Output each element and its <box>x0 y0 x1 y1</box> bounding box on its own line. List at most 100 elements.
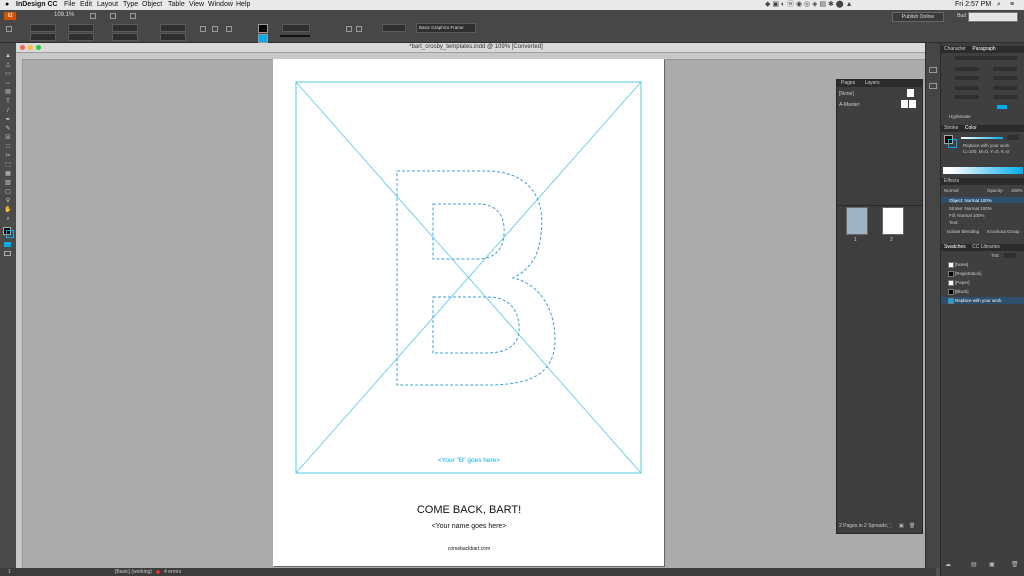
gap-tool-icon[interactable]: ↔ <box>4 80 12 86</box>
menu-table[interactable]: Table <box>168 0 185 10</box>
zoom-tool-icon[interactable]: ⌕ <box>4 216 12 222</box>
url-text[interactable]: comebackbart.com <box>448 546 490 552</box>
type-tool-icon[interactable]: T <box>4 99 12 105</box>
opacity-value[interactable]: 100% <box>1011 188 1023 193</box>
apple-icon[interactable]: ● <box>5 0 9 10</box>
menu-help[interactable]: Help <box>236 0 250 10</box>
last-line-indent-field[interactable] <box>993 76 1017 80</box>
align-icon[interactable] <box>356 26 362 32</box>
page-size-icon[interactable]: ⬚ <box>887 523 892 529</box>
page-field[interactable]: 1 <box>8 568 11 576</box>
new-color-group-icon[interactable]: ▤ <box>971 561 977 568</box>
pen-tool-icon[interactable]: ✒ <box>4 117 12 123</box>
gradient-tool-icon[interactable]: ▦ <box>4 171 12 177</box>
swatch-none[interactable]: [None] <box>955 262 968 267</box>
hyphenate-checkbox[interactable]: Hyphenate <box>949 114 971 119</box>
select-container-icon[interactable] <box>226 26 232 32</box>
swatch-black[interactable]: [Black] <box>955 289 969 294</box>
menu-type[interactable]: Type <box>123 0 138 10</box>
tab-paragraph[interactable]: Paragraph <box>972 46 995 52</box>
rectangle-frame-tool-icon[interactable]: ☒ <box>4 135 12 141</box>
tint-field[interactable] <box>1007 135 1019 140</box>
a-master-left-thumb[interactable] <box>901 100 908 108</box>
space-after-field[interactable] <box>993 86 1017 90</box>
status-icons[interactable]: ◆ ▣ ◐ ⓦ ◉ ◎ ◈ ▤ ✱ ⬤ ▲ <box>765 0 853 10</box>
x-field[interactable] <box>30 24 56 32</box>
graphic-frame[interactable] <box>295 81 642 474</box>
flip-vertical-icon[interactable] <box>212 26 218 32</box>
note-tool-icon[interactable]: ▢ <box>4 189 12 195</box>
scale-y-field[interactable] <box>112 33 138 41</box>
tab-cc-libraries[interactable]: CC Libraries <box>972 244 1000 250</box>
user-menu[interactable]: Bud <box>957 13 966 19</box>
scissors-tool-icon[interactable]: ✂ <box>4 153 12 159</box>
delete-swatch-icon[interactable]: 🗑 <box>1011 561 1019 568</box>
swatch-tint-field[interactable] <box>1004 253 1016 258</box>
page-tool-icon[interactable]: ▭ <box>4 71 12 77</box>
content-collector-icon[interactable]: ▤ <box>4 89 12 95</box>
text-wrap-icon[interactable] <box>346 26 352 32</box>
document-page[interactable]: <Your "B" goes here> COME BACK, BART! <Y… <box>273 59 664 566</box>
rectangle-tool-icon[interactable]: □ <box>4 144 12 150</box>
pencil-tool-icon[interactable]: ✎ <box>4 126 12 132</box>
tab-layers[interactable]: Layers <box>865 80 880 86</box>
menu-view[interactable]: View <box>189 0 204 10</box>
color-ramp[interactable] <box>943 167 1023 174</box>
stroke-weight-field[interactable] <box>282 24 310 32</box>
flip-horizontal-icon[interactable] <box>200 26 206 32</box>
document-tab[interactable]: *bart_crosby_templates.indd @ 109% [Conv… <box>16 43 936 53</box>
hand-tool-icon[interactable]: ✋ <box>4 207 12 213</box>
swatch-registration[interactable]: [Registration] <box>955 271 982 276</box>
new-swatch-icon[interactable]: ▣ <box>989 561 995 568</box>
alignment-buttons[interactable] <box>955 56 1017 60</box>
view-options-icon[interactable] <box>90 13 96 19</box>
gradient-feather-tool-icon[interactable]: ▧ <box>4 180 12 186</box>
apply-color-icon[interactable] <box>4 242 11 247</box>
tab-swatches[interactable]: Swatches <box>944 244 966 250</box>
fill-swatch[interactable] <box>258 24 268 33</box>
headline-text[interactable]: COME BACK, BART! <box>417 504 521 516</box>
arrange-documents-icon[interactable] <box>130 13 136 19</box>
width-field[interactable] <box>68 24 94 32</box>
menu-edit[interactable]: Edit <box>80 0 92 10</box>
delete-page-icon[interactable]: 🗑 <box>909 523 915 529</box>
stroke-swatch[interactable] <box>258 34 268 43</box>
effects-object-row[interactable]: Object: Normal 100% <box>949 198 992 203</box>
object-style-select[interactable]: Basic Graphics Frame <box>416 23 476 33</box>
stroke-type-select[interactable] <box>280 35 310 37</box>
y-field[interactable] <box>30 33 56 41</box>
shading-color[interactable] <box>997 105 1007 109</box>
effects-fill-row[interactable]: Fill: Normal 100% <box>949 213 985 218</box>
vertical-ruler[interactable] <box>16 59 23 568</box>
isolate-blending-checkbox[interactable]: Isolate Blending <box>947 229 979 234</box>
clock[interactable]: Fri 2:57 PM <box>955 0 991 10</box>
tint-slider[interactable] <box>961 137 1003 139</box>
page-2-thumb[interactable] <box>882 207 904 235</box>
stroke-color-icon[interactable] <box>6 230 14 238</box>
zoom-level[interactable]: 109.1% <box>54 12 74 18</box>
notification-icon[interactable]: ≡ <box>1010 0 1014 10</box>
name-placeholder-text[interactable]: <Your name goes here> <box>432 523 507 530</box>
none-master[interactable]: [None] <box>839 91 854 97</box>
screen-mode-icon[interactable] <box>110 13 116 19</box>
drop-cap-lines-field[interactable] <box>955 95 979 99</box>
new-page-icon[interactable]: ▣ <box>899 523 904 529</box>
rotate-field[interactable] <box>160 24 186 32</box>
shear-field[interactable] <box>160 33 186 41</box>
close-icon[interactable] <box>20 45 25 50</box>
a-master-right-thumb[interactable] <box>909 100 916 108</box>
minimize-icon[interactable] <box>28 45 33 50</box>
tab-stroke[interactable]: Stroke <box>944 125 958 131</box>
preflight-profile[interactable]: [Basic] (working) <box>115 568 152 576</box>
direct-selection-tool-icon[interactable]: △ <box>4 62 12 68</box>
opacity-field[interactable] <box>382 24 406 32</box>
knockout-group-checkbox[interactable]: Knockout Group <box>987 229 1020 234</box>
menu-file[interactable]: File <box>64 0 75 10</box>
left-indent-field[interactable] <box>955 67 979 71</box>
effects-stroke-row[interactable]: Stroke: Normal 100% <box>949 206 992 211</box>
free-transform-tool-icon[interactable]: ⬚ <box>4 162 12 168</box>
error-count[interactable]: 4 errors <box>164 568 181 576</box>
swatch-paper[interactable]: [Paper] <box>955 280 970 285</box>
height-field[interactable] <box>68 33 94 41</box>
spotlight-icon[interactable]: ⌕ <box>997 0 1001 10</box>
